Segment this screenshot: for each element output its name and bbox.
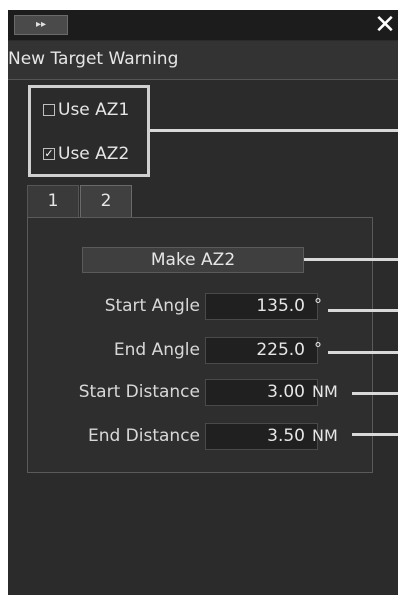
callout-line bbox=[352, 392, 398, 395]
callout-line bbox=[352, 433, 398, 436]
end-angle-label: End Angle bbox=[113, 340, 200, 360]
use-az1-label: Use AZ1 bbox=[58, 100, 130, 120]
start-angle-label: Start Angle bbox=[104, 296, 200, 316]
panel-header: New Target Warning bbox=[8, 41, 398, 80]
title-bar: ▸▸ ✕ bbox=[8, 10, 398, 40]
double-chevron-icon: ▸▸ bbox=[35, 19, 47, 30]
callout-line bbox=[328, 351, 398, 354]
checkbox-checked-icon: ✓ bbox=[43, 147, 55, 160]
callout-line bbox=[304, 258, 398, 261]
start-angle-unit: ° bbox=[314, 295, 322, 314]
make-az2-button[interactable]: Make AZ2 bbox=[82, 247, 304, 273]
tab-1[interactable]: 1 bbox=[27, 185, 79, 218]
end-distance-unit: NM bbox=[312, 426, 338, 445]
page-title: New Target Warning bbox=[8, 49, 179, 69]
az-checkbox-group: Use AZ1 ✓ Use AZ2 bbox=[28, 85, 150, 177]
tab-2[interactable]: 2 bbox=[80, 185, 132, 219]
start-distance-input[interactable]: 3.00 bbox=[205, 379, 318, 406]
use-az1-checkbox[interactable]: Use AZ1 bbox=[43, 98, 129, 122]
start-angle-input[interactable]: 135.0 bbox=[205, 293, 318, 320]
start-distance-label: Start Distance bbox=[78, 382, 200, 402]
start-distance-unit: NM bbox=[312, 382, 338, 401]
end-angle-unit: ° bbox=[314, 339, 322, 358]
end-distance-label: End Distance bbox=[87, 426, 200, 446]
use-az2-label: Use AZ2 bbox=[58, 144, 130, 164]
close-icon[interactable]: ✕ bbox=[372, 10, 398, 40]
expand-button[interactable]: ▸▸ bbox=[14, 15, 68, 35]
end-angle-input[interactable]: 225.0 bbox=[205, 337, 318, 364]
checkbox-unchecked-icon bbox=[43, 104, 55, 116]
callout-line bbox=[328, 309, 398, 312]
use-az2-checkbox[interactable]: ✓ Use AZ2 bbox=[43, 142, 129, 166]
callout-line bbox=[150, 129, 398, 132]
end-distance-input[interactable]: 3.50 bbox=[205, 423, 318, 450]
